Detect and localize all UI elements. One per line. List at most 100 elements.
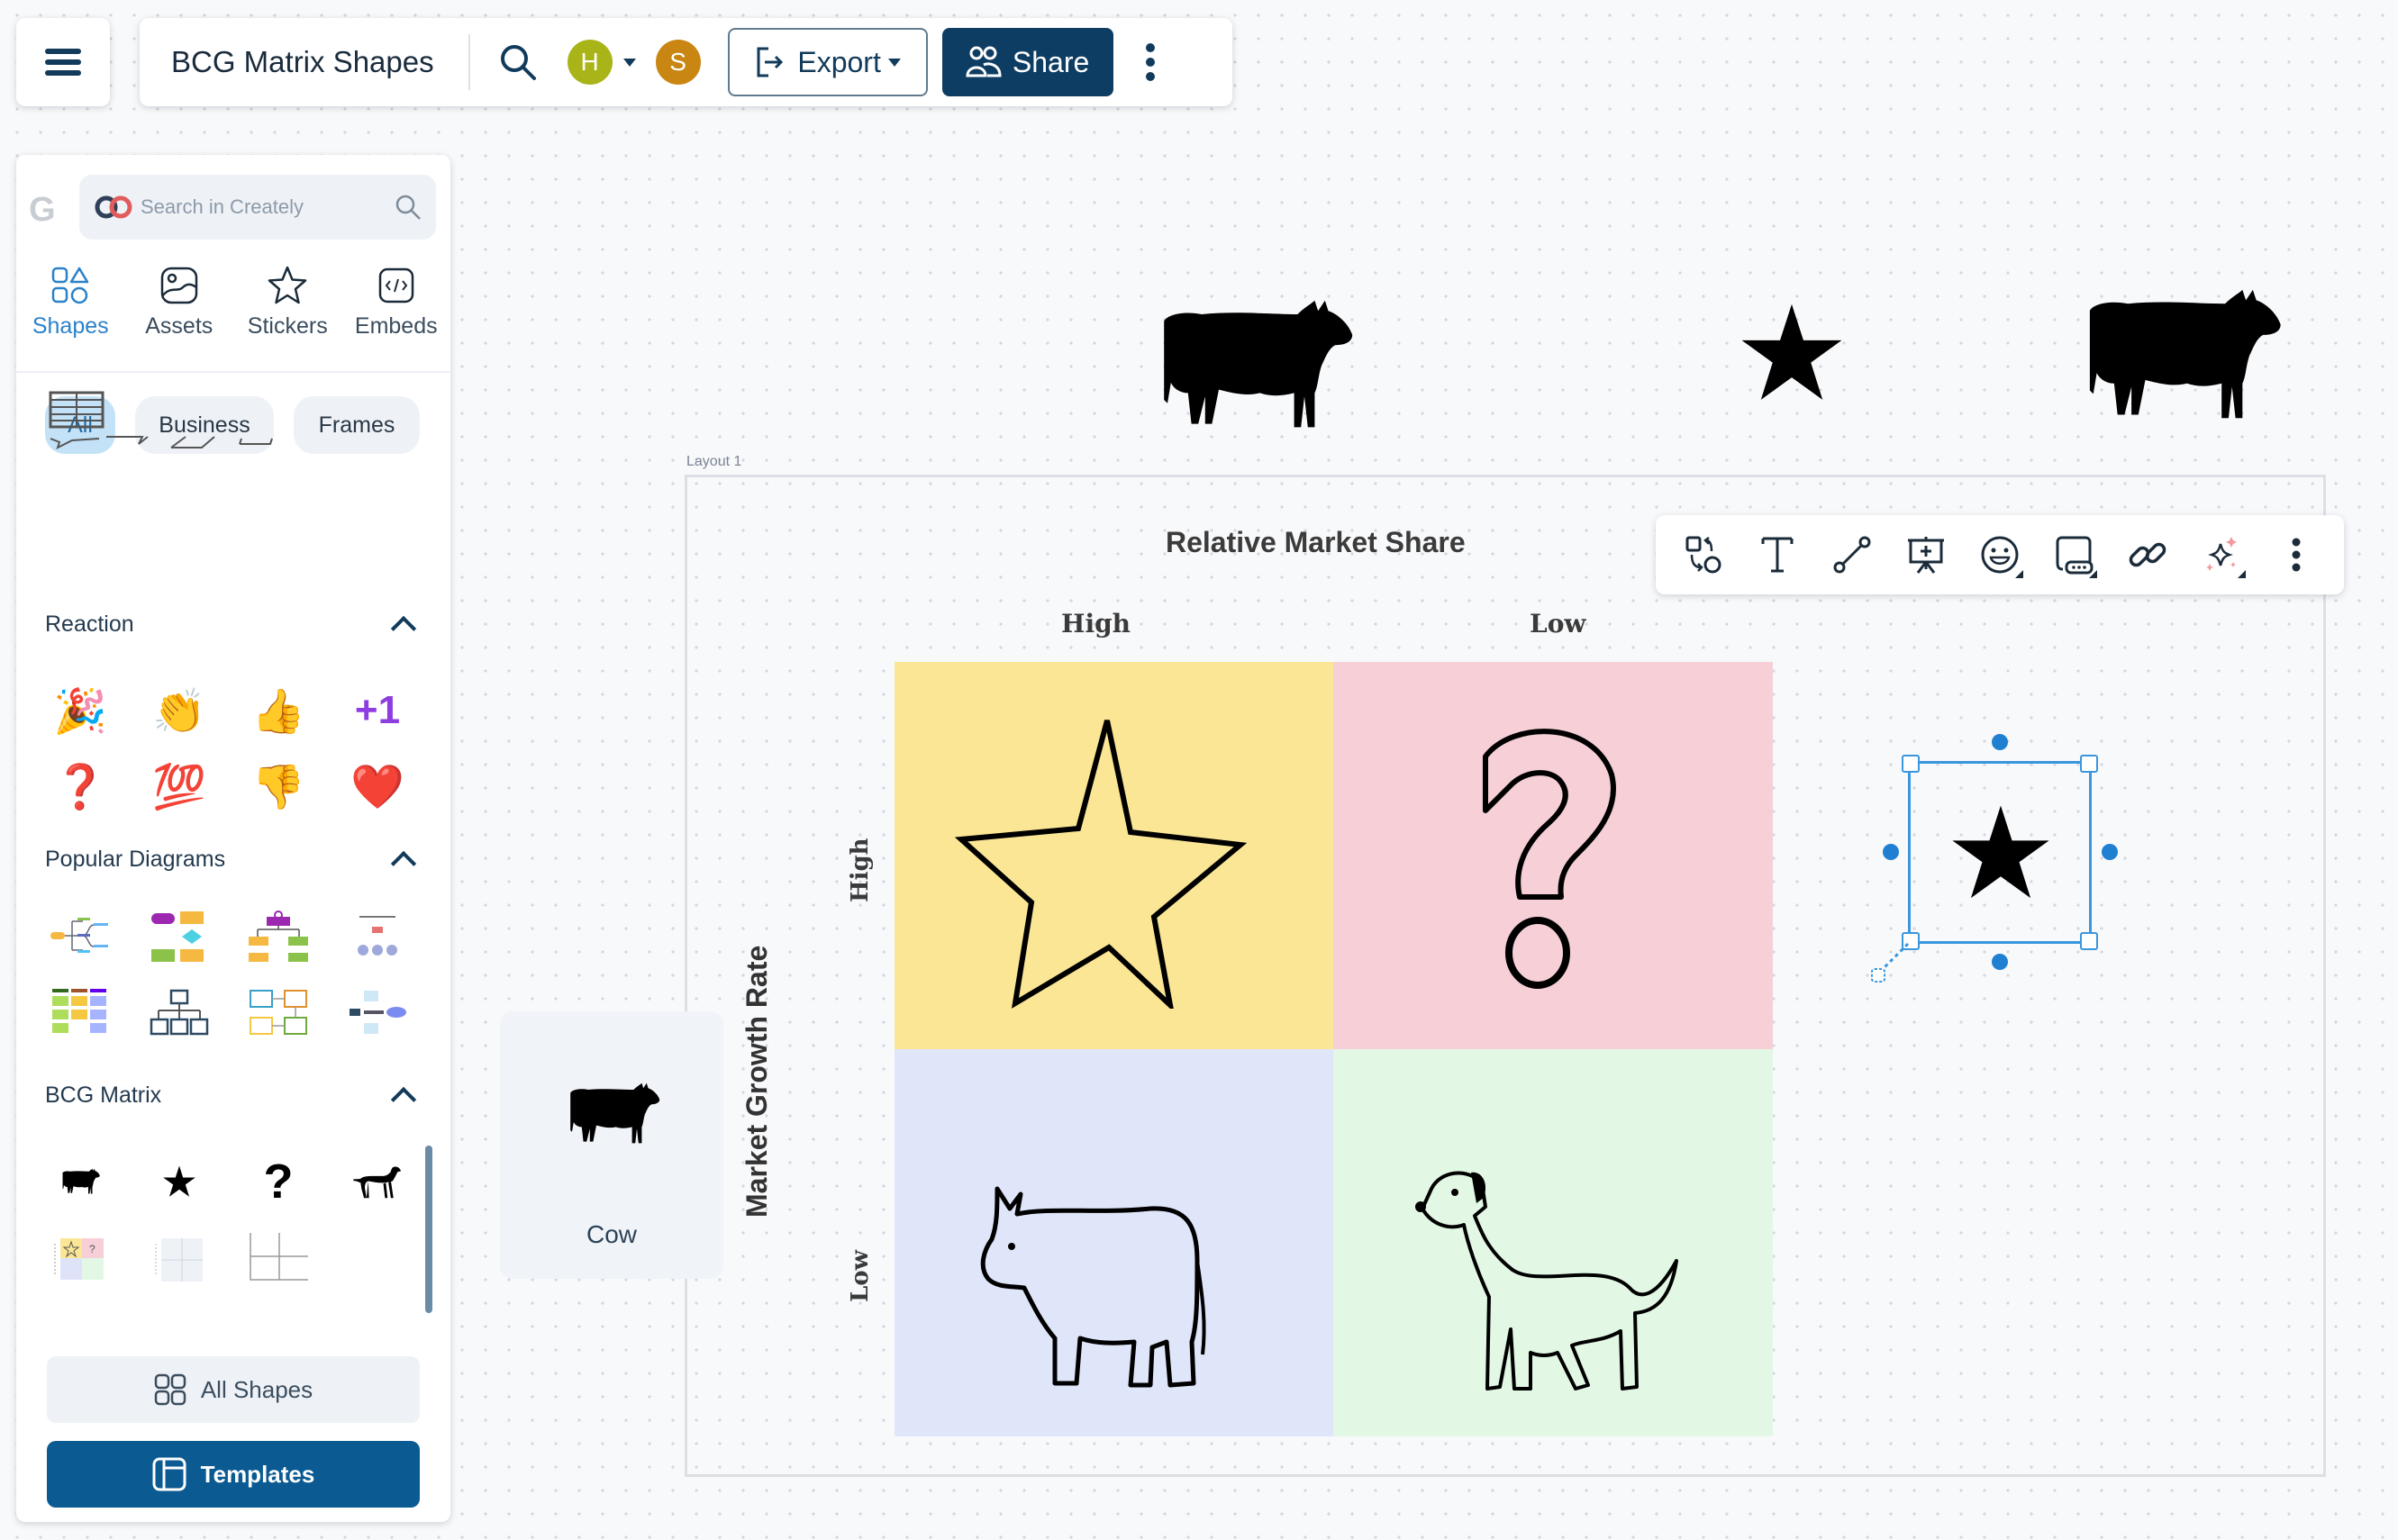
share-button[interactable]: Share — [941, 28, 1113, 96]
x-axis-title[interactable]: Relative Market Share — [1166, 526, 1466, 559]
quadrant-dog[interactable] — [1333, 1049, 1773, 1436]
connector-button[interactable] — [1823, 526, 1881, 584]
templates-button[interactable]: Templates — [47, 1441, 420, 1508]
sticker-party-popper[interactable]: 🎉 — [31, 673, 130, 748]
ai-sparkle-icon — [2205, 537, 2237, 571]
tab-embeds[interactable]: Embeds — [347, 263, 446, 353]
network-diagram-icon — [350, 991, 406, 1034]
link-button[interactable] — [2119, 526, 2176, 584]
chevron-up-icon[interactable] — [390, 615, 417, 641]
more-options-button[interactable] — [2267, 526, 2325, 584]
bcg-shape-cow[interactable] — [31, 1144, 130, 1219]
table-shape[interactable] — [49, 391, 104, 433]
container-button[interactable] — [2045, 526, 2103, 584]
sticker-question-mark[interactable]: ❓ — [31, 748, 130, 824]
search-placeholder: Search in Creately — [141, 195, 304, 218]
document-title[interactable]: BCG Matrix Shapes — [171, 45, 434, 79]
add-to-presentation-button[interactable] — [1897, 526, 1955, 584]
canvas-cow-shape-2[interactable] — [2076, 286, 2284, 425]
resize-handle-top-left[interactable] — [1902, 755, 1920, 773]
ai-assist-button[interactable] — [2194, 526, 2251, 584]
y-axis-title[interactable]: Market Growth Rate — [740, 946, 774, 1218]
search-button[interactable] — [495, 40, 540, 85]
bcg-shape-question[interactable]: ? — [229, 1144, 328, 1219]
export-button[interactable]: Export — [727, 28, 928, 96]
sticker-clapping-hands[interactable]: 👏 — [130, 673, 229, 748]
connector-handle-right[interactable] — [2102, 844, 2118, 860]
google-icon[interactable]: G — [29, 191, 56, 230]
diagram-table-matrix[interactable] — [31, 974, 130, 1050]
section-header-popular-diagrams[interactable]: Popular Diagrams — [45, 847, 423, 876]
quadrant-cash-cow[interactable] — [895, 1049, 1333, 1436]
sticker-plus-one[interactable]: +1 — [328, 673, 427, 748]
hierarchy-chart-icon — [150, 989, 209, 1036]
tab-assets[interactable]: Assets — [130, 263, 229, 353]
diagram-hierarchy[interactable] — [130, 974, 229, 1050]
tooltip-label: Cow — [586, 1220, 637, 1248]
share-label: Share — [1012, 45, 1090, 78]
panel-scrollbar[interactable] — [425, 1146, 432, 1313]
x-level-low[interactable]: Low — [1530, 609, 1585, 639]
diagram-org-chart[interactable] — [229, 899, 328, 974]
bcg-axes[interactable] — [229, 1219, 328, 1295]
bcg-matrix-grid: ? ? — [31, 1144, 427, 1295]
x-level-high[interactable]: High — [1061, 609, 1131, 639]
canvas-cow-shape-1[interactable] — [1149, 297, 1357, 434]
diagram-flowchart[interactable] — [130, 899, 229, 974]
connector-handle-top[interactable] — [1992, 734, 2008, 750]
all-shapes-button[interactable]: All Shapes — [47, 1356, 420, 1423]
sticker-thumbs-up[interactable]: 👍 — [229, 673, 328, 748]
main-menu-button[interactable] — [16, 18, 110, 106]
collaborator-avatar-h[interactable]: H — [567, 40, 613, 85]
emoji-button[interactable] — [1971, 526, 2029, 584]
star-outline-icon — [268, 266, 307, 304]
tab-stickers[interactable]: Stickers — [238, 263, 337, 353]
bcg-shape-star[interactable] — [130, 1144, 229, 1219]
text-icon — [1761, 537, 1794, 573]
text-button[interactable] — [1749, 526, 1806, 584]
connector-handle-bottom[interactable] — [1992, 954, 2008, 970]
annotation-shapes-icon[interactable] — [49, 431, 319, 458]
tab-label: Assets — [145, 313, 213, 339]
selection-box[interactable] — [1902, 755, 2098, 950]
bcg-shape-dog[interactable] — [328, 1144, 427, 1219]
y-level-high[interactable]: High — [847, 838, 874, 902]
search-input[interactable]: Search in Creately — [79, 175, 436, 240]
frame-label[interactable]: Layout 1 — [686, 454, 741, 470]
more-vertical-icon — [2292, 538, 2301, 572]
creately-logo-icon — [94, 195, 135, 220]
bcg-template-colored[interactable]: ? — [31, 1219, 130, 1295]
section-header-reaction[interactable]: Reaction — [45, 611, 423, 641]
more-options-button[interactable] — [1145, 43, 1155, 81]
sticker-thumbs-down[interactable]: 👎 — [229, 748, 328, 824]
diagram-network[interactable] — [328, 974, 427, 1050]
connector-handle-left[interactable] — [1883, 844, 1899, 860]
sticker-red-heart[interactable]: ❤️ — [328, 748, 427, 824]
presentation-add-icon — [1907, 537, 1944, 574]
cow-outline-icon — [980, 1186, 1206, 1388]
canvas-star-shape[interactable] — [1739, 300, 1845, 406]
resize-handle-bottom-right[interactable] — [2080, 932, 2098, 950]
cow-icon — [59, 1168, 101, 1195]
quadrant-star[interactable] — [895, 662, 1333, 1049]
diagram-process-flow[interactable] — [229, 974, 328, 1050]
section-header-bcg-matrix[interactable]: BCG Matrix — [45, 1083, 423, 1112]
diagram-mind-map[interactable] — [31, 899, 130, 974]
swap-shape-button[interactable] — [1675, 526, 1732, 584]
collaborator-avatar-s[interactable]: S — [655, 40, 701, 85]
tab-shapes[interactable]: Shapes — [21, 263, 120, 353]
table-icon — [49, 391, 104, 429]
sticker-hundred-points[interactable]: 💯 — [130, 748, 229, 824]
chevron-up-icon[interactable] — [390, 850, 417, 876]
diagram-tree[interactable] — [328, 899, 427, 974]
bcg-template-blank[interactable] — [130, 1219, 229, 1295]
resize-handle-top-right[interactable] — [2080, 755, 2098, 773]
code-icon — [378, 267, 413, 303]
chevron-up-icon[interactable] — [390, 1086, 417, 1112]
rotate-handle[interactable] — [1868, 937, 1915, 985]
y-level-low[interactable]: Low — [847, 1250, 874, 1302]
section-title: Reaction — [45, 611, 134, 637]
quadrant-question-mark[interactable] — [1333, 662, 1773, 1049]
dog-icon — [352, 1166, 402, 1199]
collaborators-dropdown-icon[interactable] — [622, 58, 636, 67]
